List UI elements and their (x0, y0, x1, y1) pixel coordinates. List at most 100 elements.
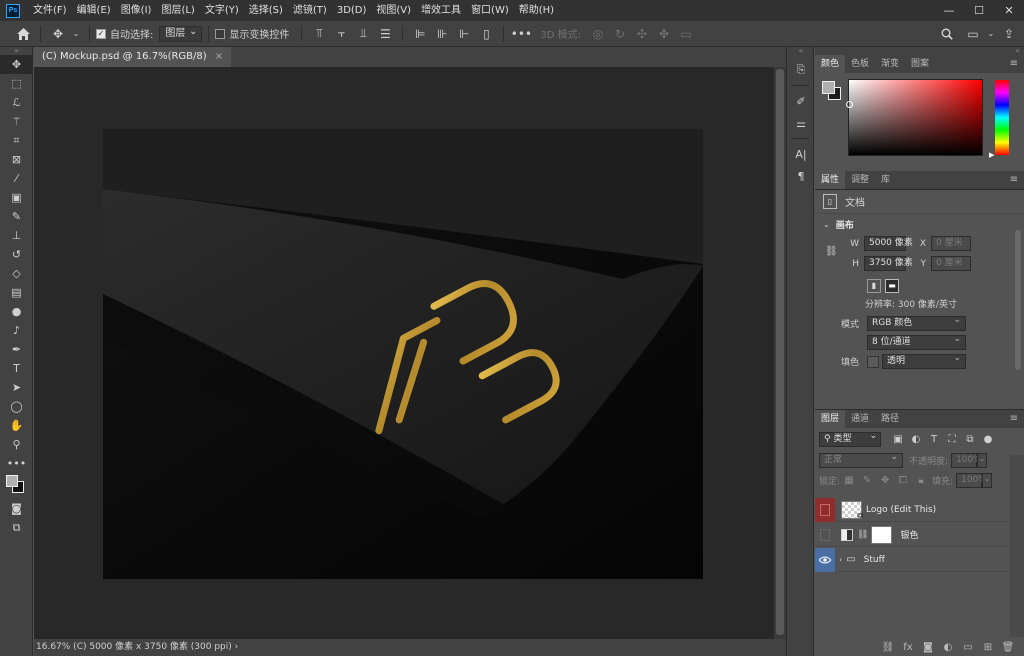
tab-channels[interactable]: 通道 (845, 410, 875, 428)
screen-mode-icon[interactable]: ⧉ (0, 518, 33, 537)
distribute-icon[interactable]: ☰ (376, 25, 394, 43)
type-filter-icon[interactable]: T (925, 434, 943, 445)
quick-mask-icon[interactable]: ◙ (0, 499, 33, 518)
show-transform-checkbox[interactable] (215, 28, 226, 39)
3d-orbit-icon[interactable]: ◎ (589, 25, 607, 43)
layer-name[interactable]: Logo (Edit This) (866, 505, 936, 515)
eyedropper-icon[interactable]: ⁄ (0, 169, 33, 188)
maximize-button[interactable]: ☐ (964, 0, 994, 21)
x-field[interactable]: 0 厘米 (931, 236, 971, 251)
lock-transparent-icon[interactable]: ▦ (840, 475, 858, 486)
panel-menu-icon[interactable]: ≡ (1010, 413, 1018, 424)
visibility-toggle[interactable] (815, 497, 835, 522)
align-top-icon[interactable]: ⫪ (310, 25, 328, 43)
history-brush-icon[interactable]: ↺ (0, 245, 33, 264)
fg-bg-swatches[interactable] (822, 81, 842, 101)
layer-fill-field[interactable]: 100% (956, 472, 987, 488)
menu-item[interactable]: 文件(F) (28, 0, 72, 21)
photoshop-logo[interactable]: Ps (6, 3, 20, 18)
chevron-down-icon[interactable]: ⌄ (982, 472, 993, 488)
y-field[interactable]: 0 厘米 (931, 256, 971, 271)
width-field[interactable]: 5000 像素 (864, 236, 913, 251)
menu-item[interactable]: 选择(S) (244, 0, 288, 21)
panel-menu-icon[interactable]: ≡ (1010, 58, 1018, 69)
brush-tool-icon[interactable]: ✎ (0, 207, 33, 226)
tab-swatches[interactable]: 色板 (845, 55, 875, 73)
shape-filter-icon[interactable]: ⛶ (943, 434, 961, 445)
align-vcenter-icon[interactable]: ⫟ (332, 25, 350, 43)
foreground-color-swatch[interactable] (822, 81, 835, 94)
tab-libraries[interactable]: 库 (875, 171, 896, 189)
align-left-icon[interactable]: ⊫ (411, 25, 429, 43)
visibility-toggle[interactable] (815, 547, 835, 572)
menu-item[interactable]: 文字(Y) (200, 0, 244, 21)
3d-camera-icon[interactable]: ▭ (677, 25, 695, 43)
type-tool-icon[interactable]: T (0, 359, 33, 378)
tab-adjustments[interactable]: 调整 (845, 171, 875, 189)
menu-item[interactable]: 视图(V) (371, 0, 416, 21)
share-icon[interactable]: ⇪ (1000, 25, 1018, 43)
tab-color[interactable]: 颜色 (815, 55, 846, 73)
align-edge-icon[interactable]: ▯ (477, 25, 495, 43)
lock-all-icon[interactable]: 🔒︎ (912, 475, 930, 486)
3d-slide-icon[interactable]: ✤ (655, 25, 673, 43)
layer-style-icon[interactable]: fx (898, 642, 918, 653)
panel-grip[interactable]: « (787, 47, 815, 55)
document-tab[interactable]: (C) Mockup.psd @ 16.7%(RGB/8) × (34, 47, 232, 67)
kind-filter-dropdown[interactable]: ⚲ 类型 (819, 430, 881, 447)
color-picker-handle[interactable] (846, 101, 853, 108)
align-bottom-icon[interactable]: ⫫ (354, 25, 372, 43)
character-panel-icon[interactable]: A| (787, 143, 815, 165)
healing-brush-icon[interactable]: ▣ (0, 188, 33, 207)
dodge-tool-icon[interactable]: ♪ (0, 321, 33, 340)
link-icon[interactable]: ⛓ (825, 246, 838, 257)
bit-depth-dropdown[interactable]: 8 位/通道 (867, 333, 966, 350)
adjustments-icon[interactable]: ⚌ (787, 112, 815, 134)
hue-slider-handle[interactable]: ▶ (989, 151, 994, 159)
color-mode-dropdown[interactable]: RGB 颜色 (867, 314, 966, 331)
auto-select-target-dropdown[interactable]: 图层 (159, 25, 203, 42)
align-hcenter-icon[interactable]: ⊪ (433, 25, 451, 43)
zoom-tool-icon[interactable]: ⚲ (0, 435, 33, 454)
menu-item[interactable]: 窗口(W) (466, 0, 514, 21)
hand-tool-icon[interactable]: ✋ (0, 416, 33, 435)
chevron-down-icon[interactable]: ⌄ (986, 25, 996, 43)
landscape-icon[interactable]: ▬ (885, 279, 899, 293)
lock-artboard-icon[interactable]: ⧠ (894, 475, 912, 486)
frame-tool-icon[interactable]: ⊠ (0, 150, 33, 169)
panel-menu-icon[interactable]: ≡ (1010, 174, 1018, 185)
3d-pan-icon[interactable]: ✣ (633, 25, 651, 43)
link-layers-icon[interactable]: ⛓ (878, 642, 898, 653)
lock-pixels-icon[interactable]: ✎ (858, 475, 876, 486)
color-field[interactable] (846, 79, 983, 156)
layers-scrollbar[interactable] (1010, 455, 1024, 637)
chevron-down-icon[interactable]: ⌄ (71, 25, 81, 43)
crop-tool-icon[interactable]: ⌗ (0, 131, 33, 150)
chevron-right-icon[interactable]: › (839, 555, 842, 564)
smart-object-filter-icon[interactable]: ⧉ (961, 434, 979, 445)
search-icon[interactable] (938, 25, 956, 43)
eraser-icon[interactable]: ◇ (0, 264, 33, 283)
path-select-icon[interactable]: ➤ (0, 378, 33, 397)
add-mask-icon[interactable]: ◙ (918, 642, 938, 653)
document-canvas[interactable] (103, 129, 703, 579)
ellipse-tool-icon[interactable]: ◯ (0, 397, 33, 416)
workspace-icon[interactable]: ▭ (964, 25, 982, 43)
portrait-icon[interactable]: ▮ (867, 279, 881, 293)
visibility-toggle[interactable] (815, 523, 835, 547)
chevron-down-icon[interactable]: ⌄ (977, 452, 988, 468)
canvas-section-header[interactable]: ⌄ 画布 (815, 214, 1024, 234)
tab-layers[interactable]: 图层 (815, 410, 846, 428)
tab-properties[interactable]: 属性 (815, 171, 846, 189)
move-tool-icon[interactable]: ✥ (0, 55, 33, 74)
home-icon[interactable] (14, 25, 32, 43)
clone-stamp-icon[interactable]: ⊥ (0, 226, 33, 245)
gradient-tool-icon[interactable]: ▤ (0, 283, 33, 302)
layer-name[interactable]: Stuff (864, 555, 885, 565)
close-button[interactable]: ✕ (994, 0, 1024, 21)
3d-roll-icon[interactable]: ↻ (611, 25, 629, 43)
fill-dropdown[interactable]: 透明 (882, 352, 966, 369)
properties-scrollbar[interactable] (1015, 230, 1021, 370)
vertical-scrollbar[interactable] (774, 67, 786, 639)
chevron-down-icon[interactable]: ⌄ (823, 220, 830, 229)
